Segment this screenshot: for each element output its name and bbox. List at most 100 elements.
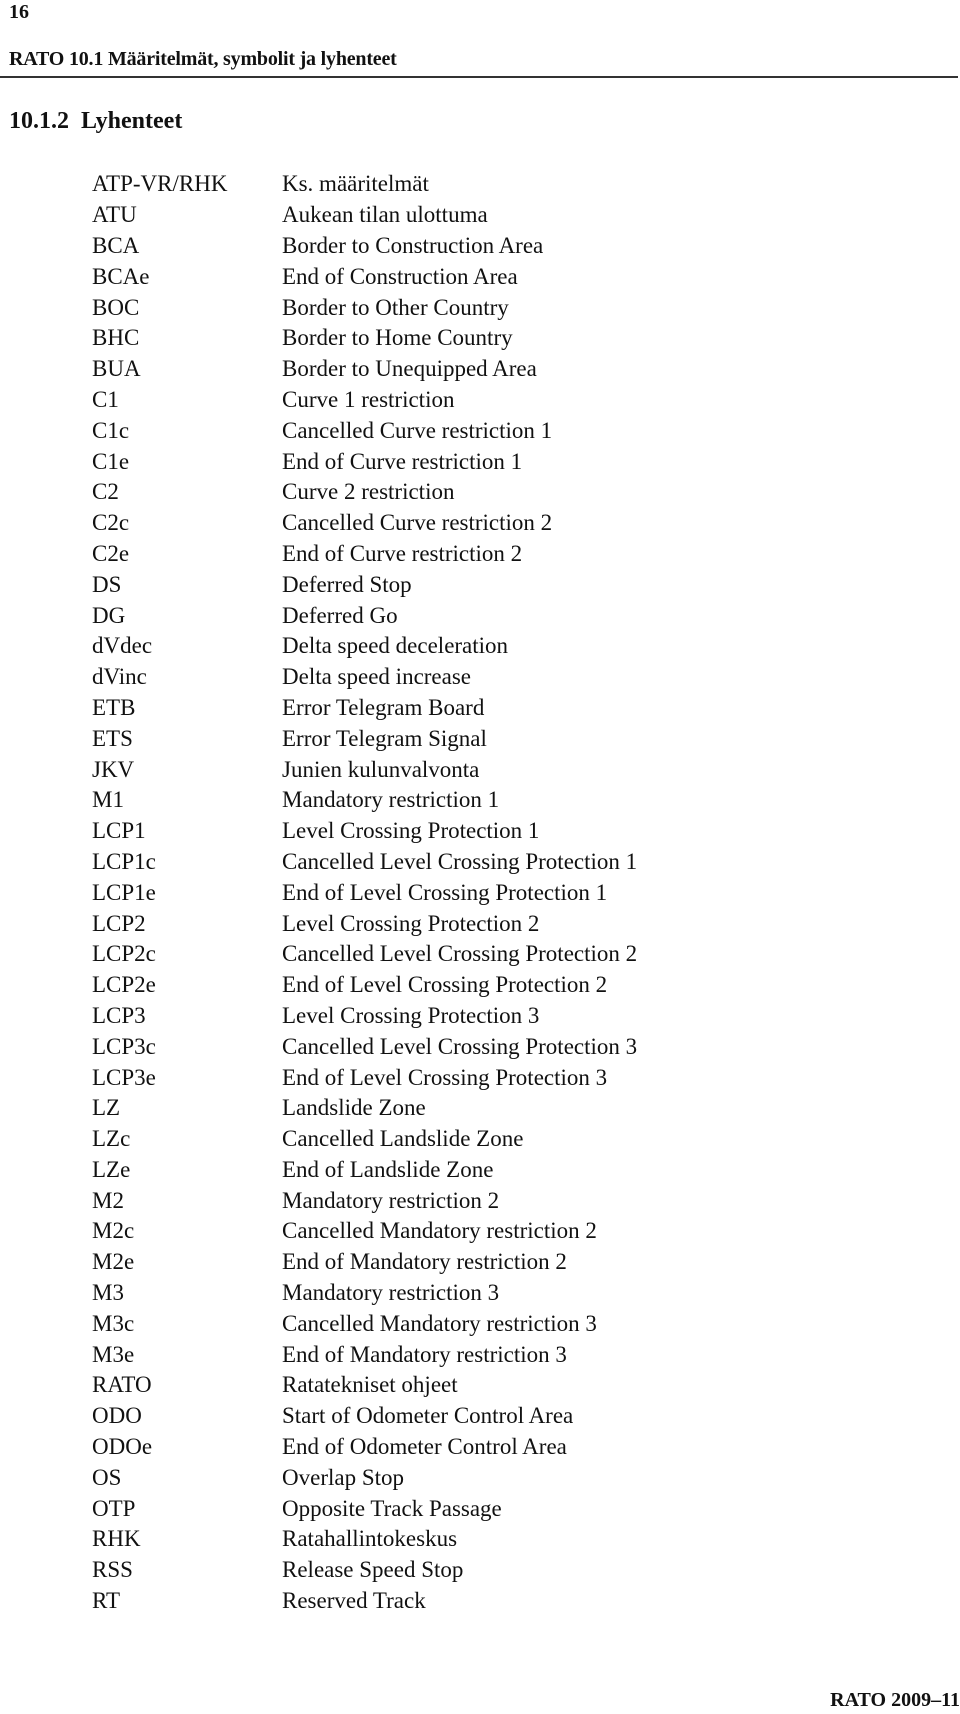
- abbreviation-term: JKV: [92, 756, 135, 782]
- abbreviation-term: DG: [92, 602, 126, 628]
- section-heading: 10.1.2 Lyhenteet: [9, 107, 182, 135]
- abbreviation-term: RT: [92, 1588, 121, 1614]
- abbreviation-definition: Opposite Track Passage: [282, 1495, 502, 1521]
- abbreviation-row: RSS Release Speed Stop: [92, 1555, 637, 1586]
- abbreviation-definition: Overlap Stop: [282, 1464, 405, 1490]
- abbreviation-term: ATU: [92, 202, 137, 228]
- abbreviation-term: ETB: [92, 694, 136, 720]
- abbreviation-term: M3e: [92, 1341, 135, 1367]
- abbreviation-term: LCP3: [92, 1002, 146, 1028]
- abbreviation-row: BUA Border to Unequipped Area: [92, 354, 637, 385]
- abbreviation-term: M3c: [92, 1310, 135, 1336]
- page-number: 16: [9, 1, 29, 23]
- abbreviation-row: M3e End of Mandatory restriction 3: [92, 1339, 637, 1370]
- abbreviation-row: M3 Mandatory restriction 3: [92, 1278, 637, 1309]
- abbreviation-term: OS: [92, 1464, 122, 1490]
- section-number: 10.1.2: [9, 108, 69, 134]
- abbreviation-row: RATO Ratatekniset ohjeet: [92, 1370, 637, 1401]
- abbreviation-term: LCP2e: [92, 972, 156, 998]
- abbreviation-row: LCP3e End of Level Crossing Protection 3: [92, 1062, 637, 1093]
- abbreviation-definition: Cancelled Curve restriction 1: [282, 417, 553, 443]
- abbreviation-term: LCP3e: [92, 1064, 156, 1090]
- abbreviation-definition: Cancelled Level Crossing Protection 3: [282, 1033, 638, 1059]
- abbreviation-definition: Ratahallintokeskus: [282, 1526, 458, 1552]
- abbreviation-term: LZc: [92, 1126, 131, 1152]
- abbreviation-row: C1e End of Curve restriction 1: [92, 446, 637, 477]
- abbreviation-definition: End of Curve restriction 2: [282, 540, 523, 566]
- abbreviation-definition: End of Level Crossing Protection 3: [282, 1064, 608, 1090]
- abbreviation-definition: Cancelled Mandatory restriction 2: [282, 1218, 597, 1244]
- running-header: RATO 10.1 Määritelmät, symbolit ja lyhen…: [9, 48, 397, 70]
- abbreviation-row: M2e End of Mandatory restriction 2: [92, 1247, 637, 1278]
- abbreviation-term: LCP2c: [92, 941, 156, 967]
- abbreviation-definition: End of Level Crossing Protection 1: [282, 879, 608, 905]
- abbreviation-term: BCAe: [92, 263, 150, 289]
- abbreviation-term: C1: [92, 386, 119, 412]
- abbreviation-term: dVdec: [92, 633, 153, 659]
- abbreviation-definition: End of Curve restriction 1: [282, 448, 523, 474]
- abbreviation-term: DS: [92, 571, 122, 597]
- abbreviation-row: LCP2 Level Crossing Protection 2: [92, 908, 637, 939]
- abbreviation-row: ATU Aukean tilan ulottuma: [92, 200, 637, 231]
- abbreviation-row: RHK Ratahallintokeskus: [92, 1524, 637, 1555]
- abbreviation-row: C2e End of Curve restriction 2: [92, 539, 637, 570]
- abbreviation-term: LZe: [92, 1156, 131, 1182]
- abbreviation-row: JKV Junien kulunvalvonta: [92, 754, 637, 785]
- abbreviation-row: LZ Landslide Zone: [92, 1093, 637, 1124]
- abbreviation-row: OTP Opposite Track Passage: [92, 1493, 637, 1524]
- abbreviation-definition: Border to Home Country: [282, 325, 513, 351]
- abbreviation-definition: Level Crossing Protection 2: [282, 910, 540, 936]
- abbreviation-row: M2 Mandatory restriction 2: [92, 1185, 637, 1216]
- abbreviation-definition: Cancelled Level Crossing Protection 1: [282, 848, 638, 874]
- abbreviation-term: M1: [92, 787, 124, 813]
- abbreviation-term: BCA: [92, 232, 140, 258]
- abbreviation-term: LCP1: [92, 818, 146, 844]
- abbreviation-term: dVinc: [92, 664, 147, 690]
- abbreviation-row: ETS Error Telegram Signal: [92, 723, 637, 754]
- abbreviation-row: BOC Border to Other Country: [92, 292, 637, 323]
- section-title: Lyhenteet: [81, 108, 183, 134]
- abbreviation-term: BUA: [92, 356, 141, 382]
- abbreviation-row: C2c Cancelled Curve restriction 2: [92, 508, 637, 539]
- abbreviation-definition: Level Crossing Protection 1: [282, 818, 540, 844]
- abbreviation-term: LCP1e: [92, 879, 156, 905]
- abbreviation-term: M2e: [92, 1249, 135, 1275]
- abbreviation-row: ATP-VR/RHK Ks. määritelmät: [92, 169, 637, 200]
- abbreviation-definition: End of Mandatory restriction 2: [282, 1249, 567, 1275]
- abbreviation-term: C2: [92, 479, 119, 505]
- abbreviation-term: BHC: [92, 325, 140, 351]
- abbreviation-definition: Curve 2 restriction: [282, 479, 455, 505]
- abbreviation-row: LCP1e End of Level Crossing Protection 1: [92, 877, 637, 908]
- abbreviation-definition: Cancelled Curve restriction 2: [282, 510, 553, 536]
- abbreviation-term: RHK: [92, 1526, 141, 1552]
- abbreviation-definition: Delta speed deceleration: [282, 633, 509, 659]
- abbreviation-definition: Error Telegram Signal: [282, 725, 487, 751]
- abbreviation-definition: Release Speed Stop: [282, 1557, 464, 1583]
- abbreviation-term: C1e: [92, 448, 130, 474]
- abbreviation-row: LCP2c Cancelled Level Crossing Protectio…: [92, 939, 637, 970]
- abbreviation-row: ODOe End of Odometer Control Area: [92, 1432, 637, 1463]
- abbreviation-term: OTP: [92, 1495, 136, 1521]
- abbreviation-row: ETB Error Telegram Board: [92, 693, 637, 724]
- abbreviation-term: LCP2: [92, 910, 146, 936]
- abbreviation-term: RATO: [92, 1372, 152, 1398]
- abbreviation-row: LZc Cancelled Landslide Zone: [92, 1124, 637, 1155]
- abbreviation-definition: Cancelled Mandatory restriction 3: [282, 1310, 597, 1336]
- abbreviation-row: dVdec Delta speed deceleration: [92, 631, 637, 662]
- abbreviation-definition: Border to Other Country: [282, 294, 509, 320]
- abbreviation-definition: Reserved Track: [282, 1588, 426, 1614]
- abbreviation-term: C1c: [92, 417, 130, 443]
- abbreviation-definition: Ratatekniset ohjeet: [282, 1372, 458, 1398]
- abbreviation-row: OS Overlap Stop: [92, 1462, 637, 1493]
- abbreviation-definition: End of Mandatory restriction 3: [282, 1341, 567, 1367]
- abbreviation-row: C1 Curve 1 restriction: [92, 385, 637, 416]
- abbreviation-term: M2: [92, 1187, 124, 1213]
- abbreviation-definition: Error Telegram Board: [282, 694, 485, 720]
- abbreviation-definition: Deferred Stop: [282, 571, 412, 597]
- abbreviation-term: ODO: [92, 1403, 142, 1429]
- abbreviation-definition: Mandatory restriction 2: [282, 1187, 500, 1213]
- abbreviation-list: ATP-VR/RHK Ks. määritelmät ATU Aukean ti…: [92, 169, 637, 1616]
- footer-doc-version: RATO 2009–11: [830, 1689, 960, 1711]
- abbreviation-term: C2e: [92, 540, 130, 566]
- abbreviation-row: BCAe End of Construction Area: [92, 261, 637, 292]
